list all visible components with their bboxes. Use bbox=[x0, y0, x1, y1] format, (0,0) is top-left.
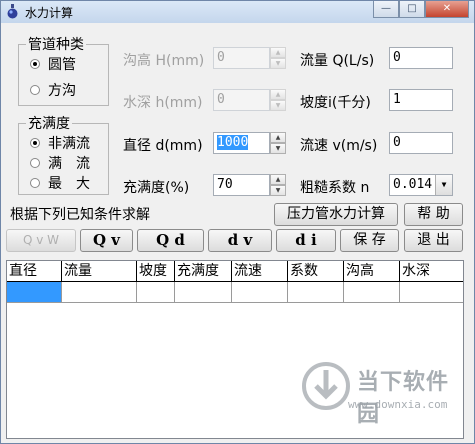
radio-non-full-flow[interactable]: 非满流 bbox=[30, 133, 90, 153]
radio-unchecked-icon bbox=[30, 178, 40, 188]
app-window: 水力计算 — □ ✕ 管道种类 圆管 方沟 充满度 非满流 满 流 最 大 沟高… bbox=[0, 0, 475, 444]
radio-label: 最 大 bbox=[48, 176, 90, 192]
close-button[interactable]: ✕ bbox=[425, 1, 469, 18]
slope-input[interactable]: 1 bbox=[389, 89, 453, 111]
client-area: 管道种类 圆管 方沟 充满度 非满流 满 流 最 大 沟高 H(mm) 0 ▲ ▼… bbox=[2, 23, 473, 442]
column-header[interactable]: 沟高 bbox=[344, 261, 400, 281]
pressure-pipe-button[interactable]: 压力管水力计算 bbox=[274, 203, 398, 226]
spin-down-icon[interactable]: ▼ bbox=[270, 100, 286, 111]
radio-circular-pipe[interactable]: 圆管 bbox=[30, 54, 76, 74]
watermark-brand: 当下软件园 bbox=[357, 370, 450, 427]
solve-qv-button[interactable]: Q v bbox=[80, 229, 133, 252]
window-title: 水力计算 bbox=[25, 6, 74, 20]
column-header[interactable]: 系数 bbox=[288, 261, 344, 281]
fullness-group-label: 充满度 bbox=[26, 113, 72, 133]
solve-di-button[interactable]: d i bbox=[276, 229, 336, 252]
flow-label: 流量 Q(L/s) bbox=[300, 53, 375, 69]
minimize-button[interactable]: — bbox=[373, 1, 399, 18]
trench-height-input[interactable]: 0 bbox=[213, 47, 270, 69]
exit-button[interactable]: 退 出 bbox=[404, 229, 463, 252]
title-bar[interactable]: 水力计算 — □ ✕ bbox=[1, 1, 474, 23]
column-header[interactable]: 充满度 bbox=[175, 261, 232, 281]
maximize-button[interactable]: □ bbox=[399, 1, 425, 18]
solve-dv-button[interactable]: d v bbox=[208, 229, 272, 252]
table-cell[interactable] bbox=[288, 282, 344, 302]
roughness-value: 0.014 bbox=[393, 177, 433, 192]
water-depth-label: 水深 h(mm) bbox=[123, 95, 203, 111]
radio-checked-icon bbox=[30, 59, 40, 69]
table-cell[interactable] bbox=[175, 282, 232, 302]
radio-unchecked-icon bbox=[30, 158, 40, 168]
chevron-down-icon[interactable]: ▼ bbox=[435, 175, 452, 195]
radio-label: 圆管 bbox=[48, 57, 76, 73]
radio-max-flow[interactable]: 最 大 bbox=[30, 173, 90, 193]
radio-label: 非满流 bbox=[48, 136, 90, 152]
diameter-value-selected: 1000 bbox=[217, 135, 249, 150]
radio-label: 方沟 bbox=[48, 83, 76, 99]
table-cell[interactable] bbox=[62, 282, 137, 302]
watermark: 当下软件园 www.downxia.com bbox=[302, 360, 462, 427]
velocity-input[interactable]: 0 bbox=[389, 132, 453, 154]
hint-text: 根据下列已知条件求解 bbox=[10, 207, 150, 223]
radio-full-flow[interactable]: 满 流 bbox=[30, 153, 90, 173]
radio-label: 满 流 bbox=[48, 156, 90, 172]
fullness-input[interactable]: 70 bbox=[213, 174, 270, 196]
column-header[interactable]: 流速 bbox=[232, 261, 288, 281]
flow-input[interactable]: 0 bbox=[389, 47, 453, 69]
trench-height-label: 沟高 H(mm) bbox=[123, 53, 205, 69]
solve-qd-button[interactable]: Q d bbox=[137, 229, 204, 252]
fullness-spinner[interactable]: ▲ ▼ bbox=[270, 174, 286, 196]
spin-up-icon[interactable]: ▲ bbox=[270, 174, 286, 185]
save-button[interactable]: 保 存 bbox=[340, 229, 399, 252]
water-depth-spinner[interactable]: ▲ ▼ bbox=[270, 89, 286, 111]
table-cell[interactable] bbox=[400, 282, 463, 302]
diameter-label: 直径 d(mm) bbox=[123, 138, 203, 154]
solve-qvw-button[interactable]: Q v W bbox=[6, 229, 76, 252]
table-header: 直径 流量 坡度 充满度 流速 系数 沟高 水深 bbox=[7, 261, 463, 282]
column-header[interactable]: 直径 bbox=[7, 261, 62, 281]
spin-down-icon[interactable]: ▼ bbox=[270, 185, 286, 196]
column-header[interactable]: 水深 bbox=[400, 261, 463, 281]
help-button[interactable]: 帮 助 bbox=[404, 203, 463, 226]
pipe-type-group-label: 管道种类 bbox=[26, 34, 86, 54]
app-flask-icon bbox=[7, 4, 18, 19]
spin-down-icon[interactable]: ▼ bbox=[270, 58, 286, 69]
trench-height-spinner[interactable]: ▲ ▼ bbox=[270, 47, 286, 69]
table-cell[interactable] bbox=[232, 282, 288, 302]
velocity-label: 流速 v(m/s) bbox=[300, 138, 378, 154]
radio-unchecked-icon bbox=[30, 85, 40, 95]
radio-checked-icon bbox=[30, 138, 40, 148]
spin-up-icon[interactable]: ▲ bbox=[270, 89, 286, 100]
diameter-spinner[interactable]: ▲ ▼ bbox=[270, 132, 286, 154]
download-logo-icon bbox=[302, 362, 350, 410]
watermark-url: www.downxia.com bbox=[348, 398, 448, 411]
water-depth-input[interactable]: 0 bbox=[213, 89, 270, 111]
spin-up-icon[interactable]: ▲ bbox=[270, 47, 286, 58]
radio-box-culvert[interactable]: 方沟 bbox=[30, 80, 76, 100]
current-cell[interactable] bbox=[7, 282, 62, 302]
roughness-select[interactable]: 0.014 ▼ bbox=[389, 174, 453, 196]
table-cell[interactable] bbox=[137, 282, 175, 302]
slope-label: 坡度i(千分) bbox=[300, 95, 371, 111]
roughness-label: 粗糙系数 n bbox=[300, 180, 370, 196]
column-header[interactable]: 坡度 bbox=[137, 261, 175, 281]
table-cell[interactable] bbox=[344, 282, 400, 302]
table-row[interactable] bbox=[7, 282, 463, 303]
spin-up-icon[interactable]: ▲ bbox=[270, 132, 286, 143]
fullness-label: 充满度(%) bbox=[123, 180, 190, 196]
diameter-input[interactable]: 1000 bbox=[213, 132, 270, 154]
column-header[interactable]: 流量 bbox=[62, 261, 137, 281]
spin-down-icon[interactable]: ▼ bbox=[270, 143, 286, 154]
